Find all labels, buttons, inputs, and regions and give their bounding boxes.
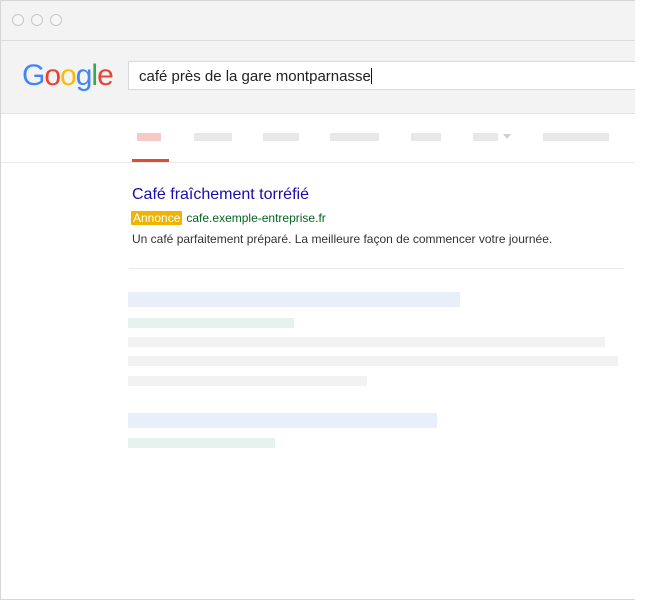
chevron-down-icon <box>503 134 511 139</box>
placeholder-result-line <box>128 337 605 347</box>
minimize-window-icon[interactable] <box>31 14 43 26</box>
ad-description: Un café parfaitement préparé. La meilleu… <box>132 232 553 246</box>
logo-letter: o <box>44 59 61 92</box>
placeholder-result-line <box>128 376 367 386</box>
tab-tools[interactable] <box>543 133 609 141</box>
tab-3[interactable] <box>263 133 299 141</box>
search-query-text: café près de la gare montparnasse <box>139 68 371 85</box>
tab-more[interactable] <box>473 133 498 141</box>
title-bar <box>1 1 635 41</box>
logo-letter: o <box>60 59 77 92</box>
logo-letter: g <box>75 59 93 92</box>
tab-all[interactable] <box>137 133 161 141</box>
result-divider <box>129 268 624 269</box>
placeholder-result-line <box>128 356 618 366</box>
search-header: Google café près de la gare montparnasse <box>1 41 635 114</box>
logo-letter: e <box>97 59 114 92</box>
ad-url-line: Annonce cafe.exemple-entreprise.fr <box>131 211 326 225</box>
active-tab-indicator <box>132 159 169 162</box>
text-cursor <box>370 68 372 84</box>
search-tabs <box>1 114 635 163</box>
placeholder-result-title <box>128 292 460 307</box>
placeholder-result-title <box>128 413 437 428</box>
tab-2[interactable] <box>194 133 232 141</box>
maximize-window-icon[interactable] <box>50 14 62 26</box>
google-logo[interactable]: Google <box>22 59 114 93</box>
tab-5[interactable] <box>411 133 441 141</box>
ad-badge: Annonce <box>131 211 183 225</box>
logo-letter: G <box>22 59 45 92</box>
close-window-icon[interactable] <box>12 14 24 26</box>
placeholder-result-url <box>128 438 275 448</box>
ad-title-link[interactable]: Café fraîchement torréfié <box>132 186 309 204</box>
ad-url[interactable]: cafe.exemple-entreprise.fr <box>186 211 325 225</box>
search-input[interactable]: café près de la gare montparnasse <box>128 61 635 90</box>
browser-window: Google café près de la gare montparnasse… <box>0 0 635 600</box>
tab-4[interactable] <box>330 133 379 141</box>
placeholder-result-url <box>128 318 294 328</box>
